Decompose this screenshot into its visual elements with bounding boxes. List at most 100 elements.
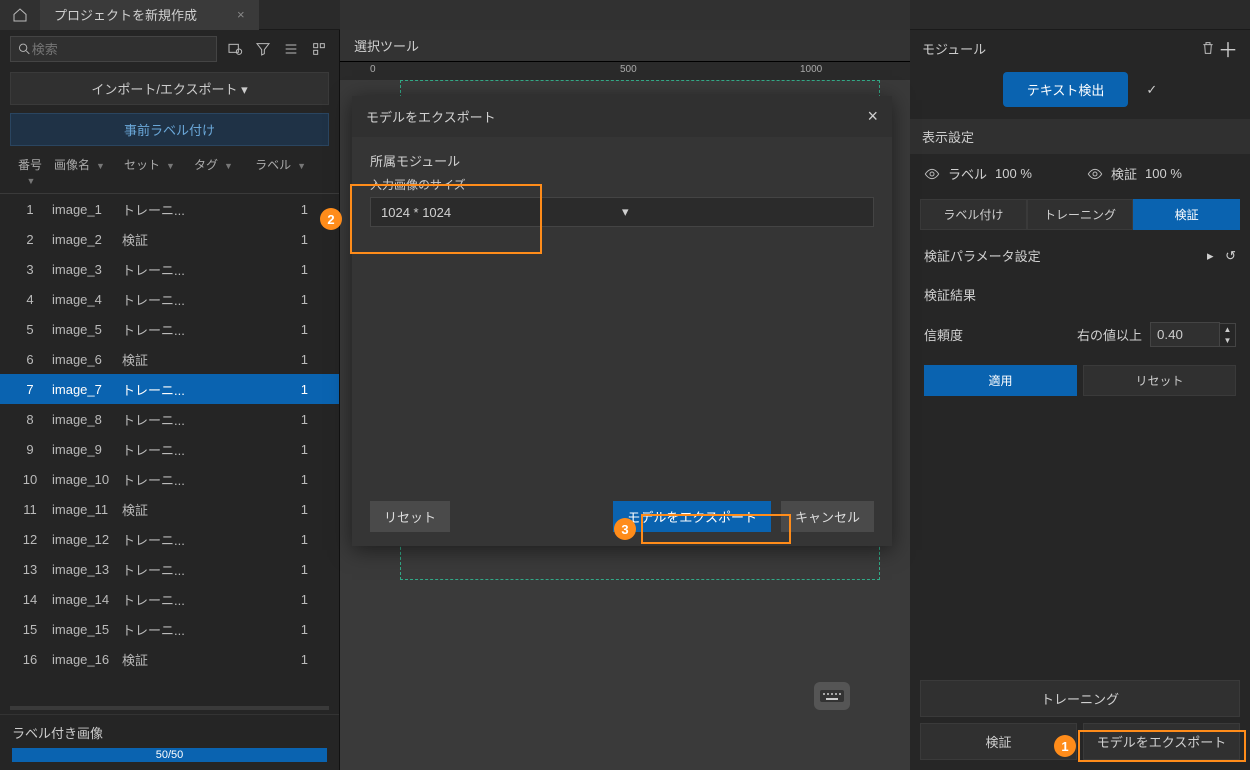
cell-name: image_6: [50, 348, 120, 371]
table-row[interactable]: 9image_9トレーニ...1: [0, 434, 339, 464]
cell-label: 1: [250, 528, 310, 551]
table-row[interactable]: 4image_4トレーニ...1: [0, 284, 339, 314]
col-no[interactable]: 番号▼: [10, 152, 50, 191]
col-label[interactable]: ラベル▼: [250, 152, 310, 191]
cell-label: 1: [250, 408, 310, 431]
cell-set: トレーニ...: [120, 466, 190, 493]
close-icon[interactable]: ×: [237, 7, 245, 22]
reset-button[interactable]: リセット: [1083, 365, 1236, 396]
cell-name: image_15: [50, 618, 120, 641]
grid-icon[interactable]: [309, 39, 329, 59]
cell-no: 7: [10, 378, 50, 401]
cell-label: 1: [250, 648, 310, 671]
import-export-button[interactable]: インポート/エクスポート ▾: [10, 72, 329, 105]
table-row[interactable]: 14image_14トレーニ...1: [0, 584, 339, 614]
confidence-input[interactable]: [1150, 322, 1220, 347]
cell-label: 1: [250, 468, 310, 491]
modal-cancel-button[interactable]: キャンセル: [781, 501, 874, 532]
cell-no: 3: [10, 258, 50, 281]
search-input-box[interactable]: [10, 36, 217, 62]
table-row[interactable]: 15image_15トレーニ...1: [0, 614, 339, 644]
history-icon[interactable]: ↺: [1225, 248, 1236, 263]
cell-label: 1: [250, 558, 310, 581]
table-row[interactable]: 5image_5トレーニ...1: [0, 314, 339, 344]
home-tab[interactable]: [0, 0, 40, 30]
cell-set: トレーニ...: [120, 556, 190, 583]
eye-icon[interactable]: [924, 166, 940, 182]
apply-button[interactable]: 適用: [924, 365, 1077, 396]
cell-set: 検証: [120, 496, 190, 523]
tab-verify[interactable]: 検証: [1133, 199, 1240, 230]
cell-set: トレーニ...: [120, 436, 190, 463]
scrollbar[interactable]: [10, 706, 329, 710]
table-row[interactable]: 1image_1トレーニ...1: [0, 194, 339, 224]
cell-name: image_9: [50, 438, 120, 461]
cell-name: image_1: [50, 198, 120, 221]
verify-button[interactable]: 検証: [920, 723, 1077, 760]
cell-label: 1: [250, 498, 310, 521]
spinner-arrows[interactable]: ▲▼: [1220, 323, 1236, 347]
cell-tag: [190, 445, 250, 453]
chevron-right-icon[interactable]: ▸: [1207, 248, 1214, 263]
cell-set: トレーニ...: [120, 616, 190, 643]
cell-label: 1: [250, 318, 310, 341]
callout-1: 1: [1054, 735, 1076, 757]
label-percent: 100 %: [995, 166, 1032, 181]
labeled-images-label: ラベル付き画像: [12, 723, 327, 742]
cell-name: image_5: [50, 318, 120, 341]
cell-tag: [190, 565, 250, 573]
cell-tag: [190, 475, 250, 483]
table-row[interactable]: 2image_2検証1: [0, 224, 339, 254]
col-tag[interactable]: タグ▼: [190, 152, 250, 191]
cell-set: トレーニ...: [120, 286, 190, 313]
modal-export-button[interactable]: モデルをエクスポート: [613, 501, 771, 532]
cell-tag: [190, 535, 250, 543]
project-tab[interactable]: プロジェクトを新規作成 ×: [40, 0, 259, 30]
col-name[interactable]: 画像名▼: [50, 152, 120, 191]
table-row[interactable]: 8image_8トレーニ...1: [0, 404, 339, 434]
cell-label: 1: [250, 198, 310, 221]
module-header: モジュール: [922, 39, 1198, 58]
prelabel-label: 事前ラベル付け: [124, 123, 215, 138]
modal-reset-button[interactable]: リセット: [370, 501, 450, 532]
image-rows: 1image_1トレーニ...12image_2検証13image_3トレーニ.…: [0, 194, 339, 706]
tab-training[interactable]: トレーニング: [1027, 199, 1134, 230]
training-button[interactable]: トレーニング: [920, 680, 1240, 717]
export-model-button[interactable]: モデルをエクスポート: [1083, 723, 1240, 760]
cell-set: 検証: [120, 226, 190, 253]
plus-icon[interactable]: ＋: [1218, 38, 1238, 58]
cell-no: 11: [10, 498, 50, 521]
modal-close-icon[interactable]: ×: [867, 106, 878, 127]
size-select[interactable]: 1024 * 1024 ▾: [370, 197, 874, 227]
cell-name: image_11: [50, 498, 120, 521]
cell-tag: [190, 235, 250, 243]
table-row[interactable]: 3image_3トレーニ...1: [0, 254, 339, 284]
cell-no: 4: [10, 288, 50, 311]
tab-labeling[interactable]: ラベル付け: [920, 199, 1027, 230]
funnel-icon[interactable]: [253, 39, 273, 59]
confidence-label: 信頼度: [924, 325, 963, 344]
module-pill[interactable]: テキスト検出: [1003, 72, 1129, 107]
cell-label: 1: [250, 438, 310, 461]
image-filter-icon[interactable]: [225, 39, 245, 59]
cell-no: 12: [10, 528, 50, 551]
size-label: 入力画像のサイズ: [370, 176, 874, 193]
table-row[interactable]: 10image_10トレーニ...1: [0, 464, 339, 494]
table-row[interactable]: 11image_11検証 1: [0, 494, 339, 524]
keyboard-icon[interactable]: [814, 682, 850, 710]
cell-label: 1: [250, 258, 310, 281]
cell-no: 1: [10, 198, 50, 221]
trash-icon[interactable]: [1198, 38, 1218, 58]
table-row[interactable]: 16image_16検証1: [0, 644, 339, 674]
table-row[interactable]: 6image_6検証1: [0, 344, 339, 374]
table-row[interactable]: 12image_12トレーニ...1: [0, 524, 339, 554]
table-row[interactable]: 13image_13トレーニ...1: [0, 554, 339, 584]
list-icon[interactable]: [281, 39, 301, 59]
table-row[interactable]: 7image_7トレーニ...1: [0, 374, 339, 404]
cell-set: トレーニ...: [120, 196, 190, 223]
search-input[interactable]: [32, 42, 210, 57]
eye-icon[interactable]: [1087, 166, 1103, 182]
cell-tag: [190, 655, 250, 663]
prelabel-button[interactable]: 事前ラベル付け: [10, 113, 329, 146]
col-set[interactable]: セット▼: [120, 152, 190, 191]
